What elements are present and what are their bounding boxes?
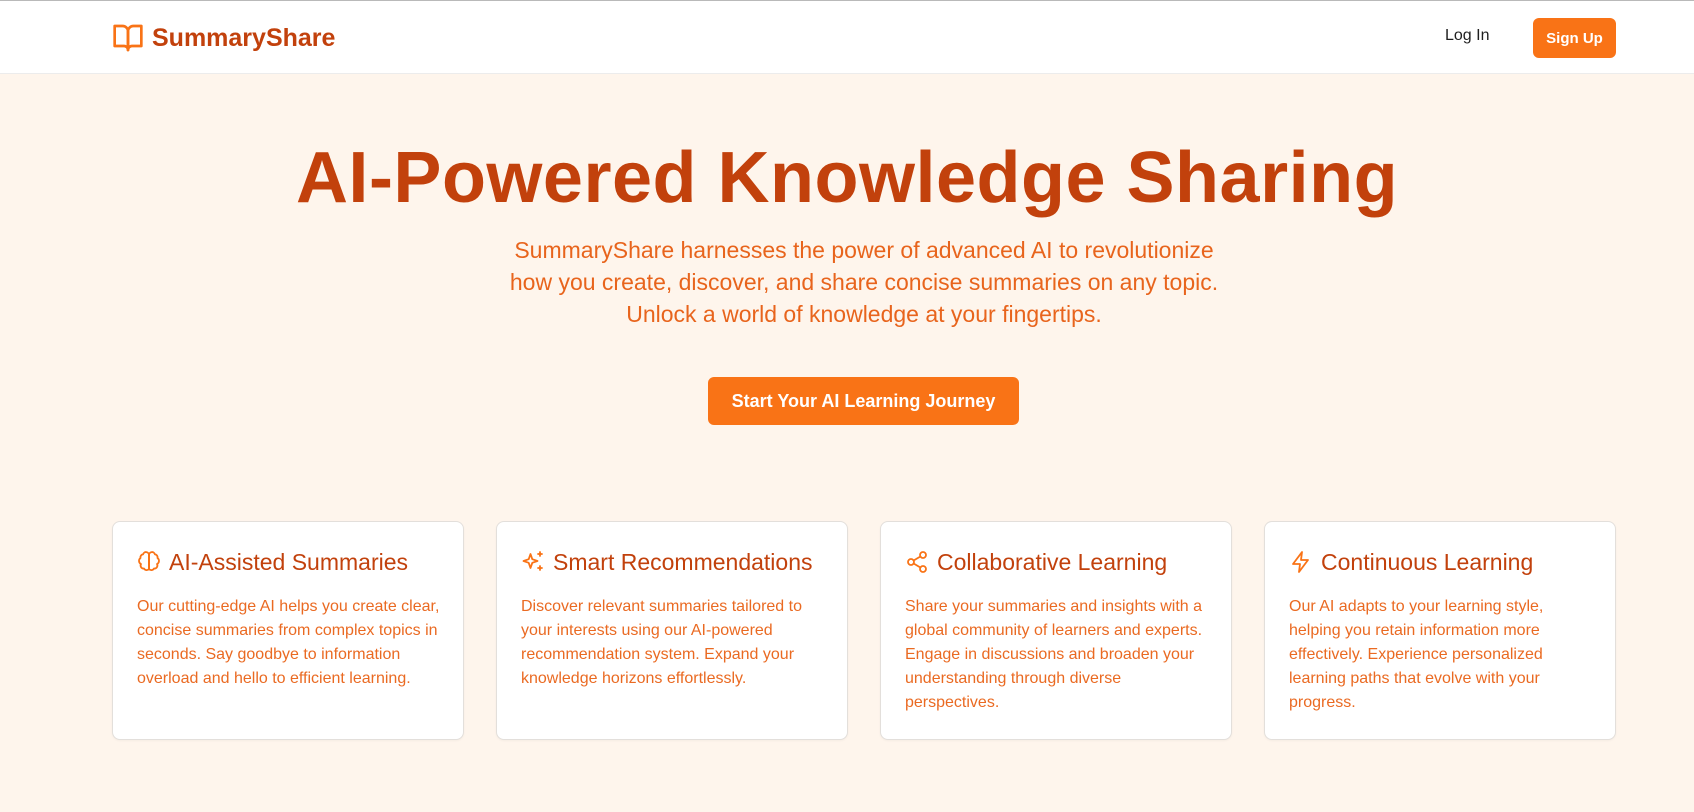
login-link[interactable]: Log In — [1445, 27, 1489, 49]
lightning-icon — [1292, 551, 1309, 573]
top-navbar: SummaryShare Log In Sign Up — [0, 1, 1694, 74]
feature-title: AI-Assisted Summaries — [169, 548, 409, 575]
feature-description: Share your summaries and insights with a… — [905, 598, 1203, 711]
feature-card-header: AI-Assisted Summaries — [137, 546, 408, 578]
brain-icon — [138, 551, 160, 571]
hero-subtitle: SummaryShare harnesses the power of adva… — [509, 237, 1219, 327]
feature-card-ai-assisted-summaries: AI-Assisted Summaries Our cutting-edge A… — [112, 521, 464, 740]
brand-name: SummaryShare — [152, 23, 336, 52]
hero-title: AI-Powered Knowledge Sharing — [295, 138, 1399, 218]
sparkles-icon — [522, 551, 543, 571]
open-book-icon — [113, 24, 143, 52]
feature-card-header: Continuous Learning — [1289, 546, 1533, 578]
share-icon — [907, 551, 927, 573]
feature-title: Continuous Learning — [1321, 548, 1534, 575]
feature-title: Collaborative Learning — [937, 548, 1168, 575]
feature-card-header: Collaborative Learning — [905, 546, 1167, 578]
feature-card-continuous-learning: Continuous Learning Our AI adapts to you… — [1264, 521, 1616, 740]
signup-button[interactable]: Sign Up — [1533, 18, 1616, 58]
feature-card-header: Smart Recommendations — [521, 546, 813, 578]
feature-description: Our cutting-edge AI helps you create cle… — [137, 598, 440, 687]
feature-title: Smart Recommendations — [553, 548, 813, 575]
features-section: AI-Assisted Summaries Our cutting-edge A… — [112, 521, 1616, 740]
feature-description: Our AI adapts to your learning style, he… — [1289, 598, 1544, 711]
feature-description: Discover relevant summaries tailored to … — [521, 598, 802, 687]
start-learning-button[interactable]: Start Your AI Learning Journey — [708, 377, 1019, 425]
feature-card-smart-recommendations: Smart Recommendations Discover relevant … — [496, 521, 848, 740]
feature-card-collaborative-learning: Collaborative Learning Share your summar… — [880, 521, 1232, 740]
brand-logo-link[interactable]: SummaryShare — [112, 21, 335, 55]
